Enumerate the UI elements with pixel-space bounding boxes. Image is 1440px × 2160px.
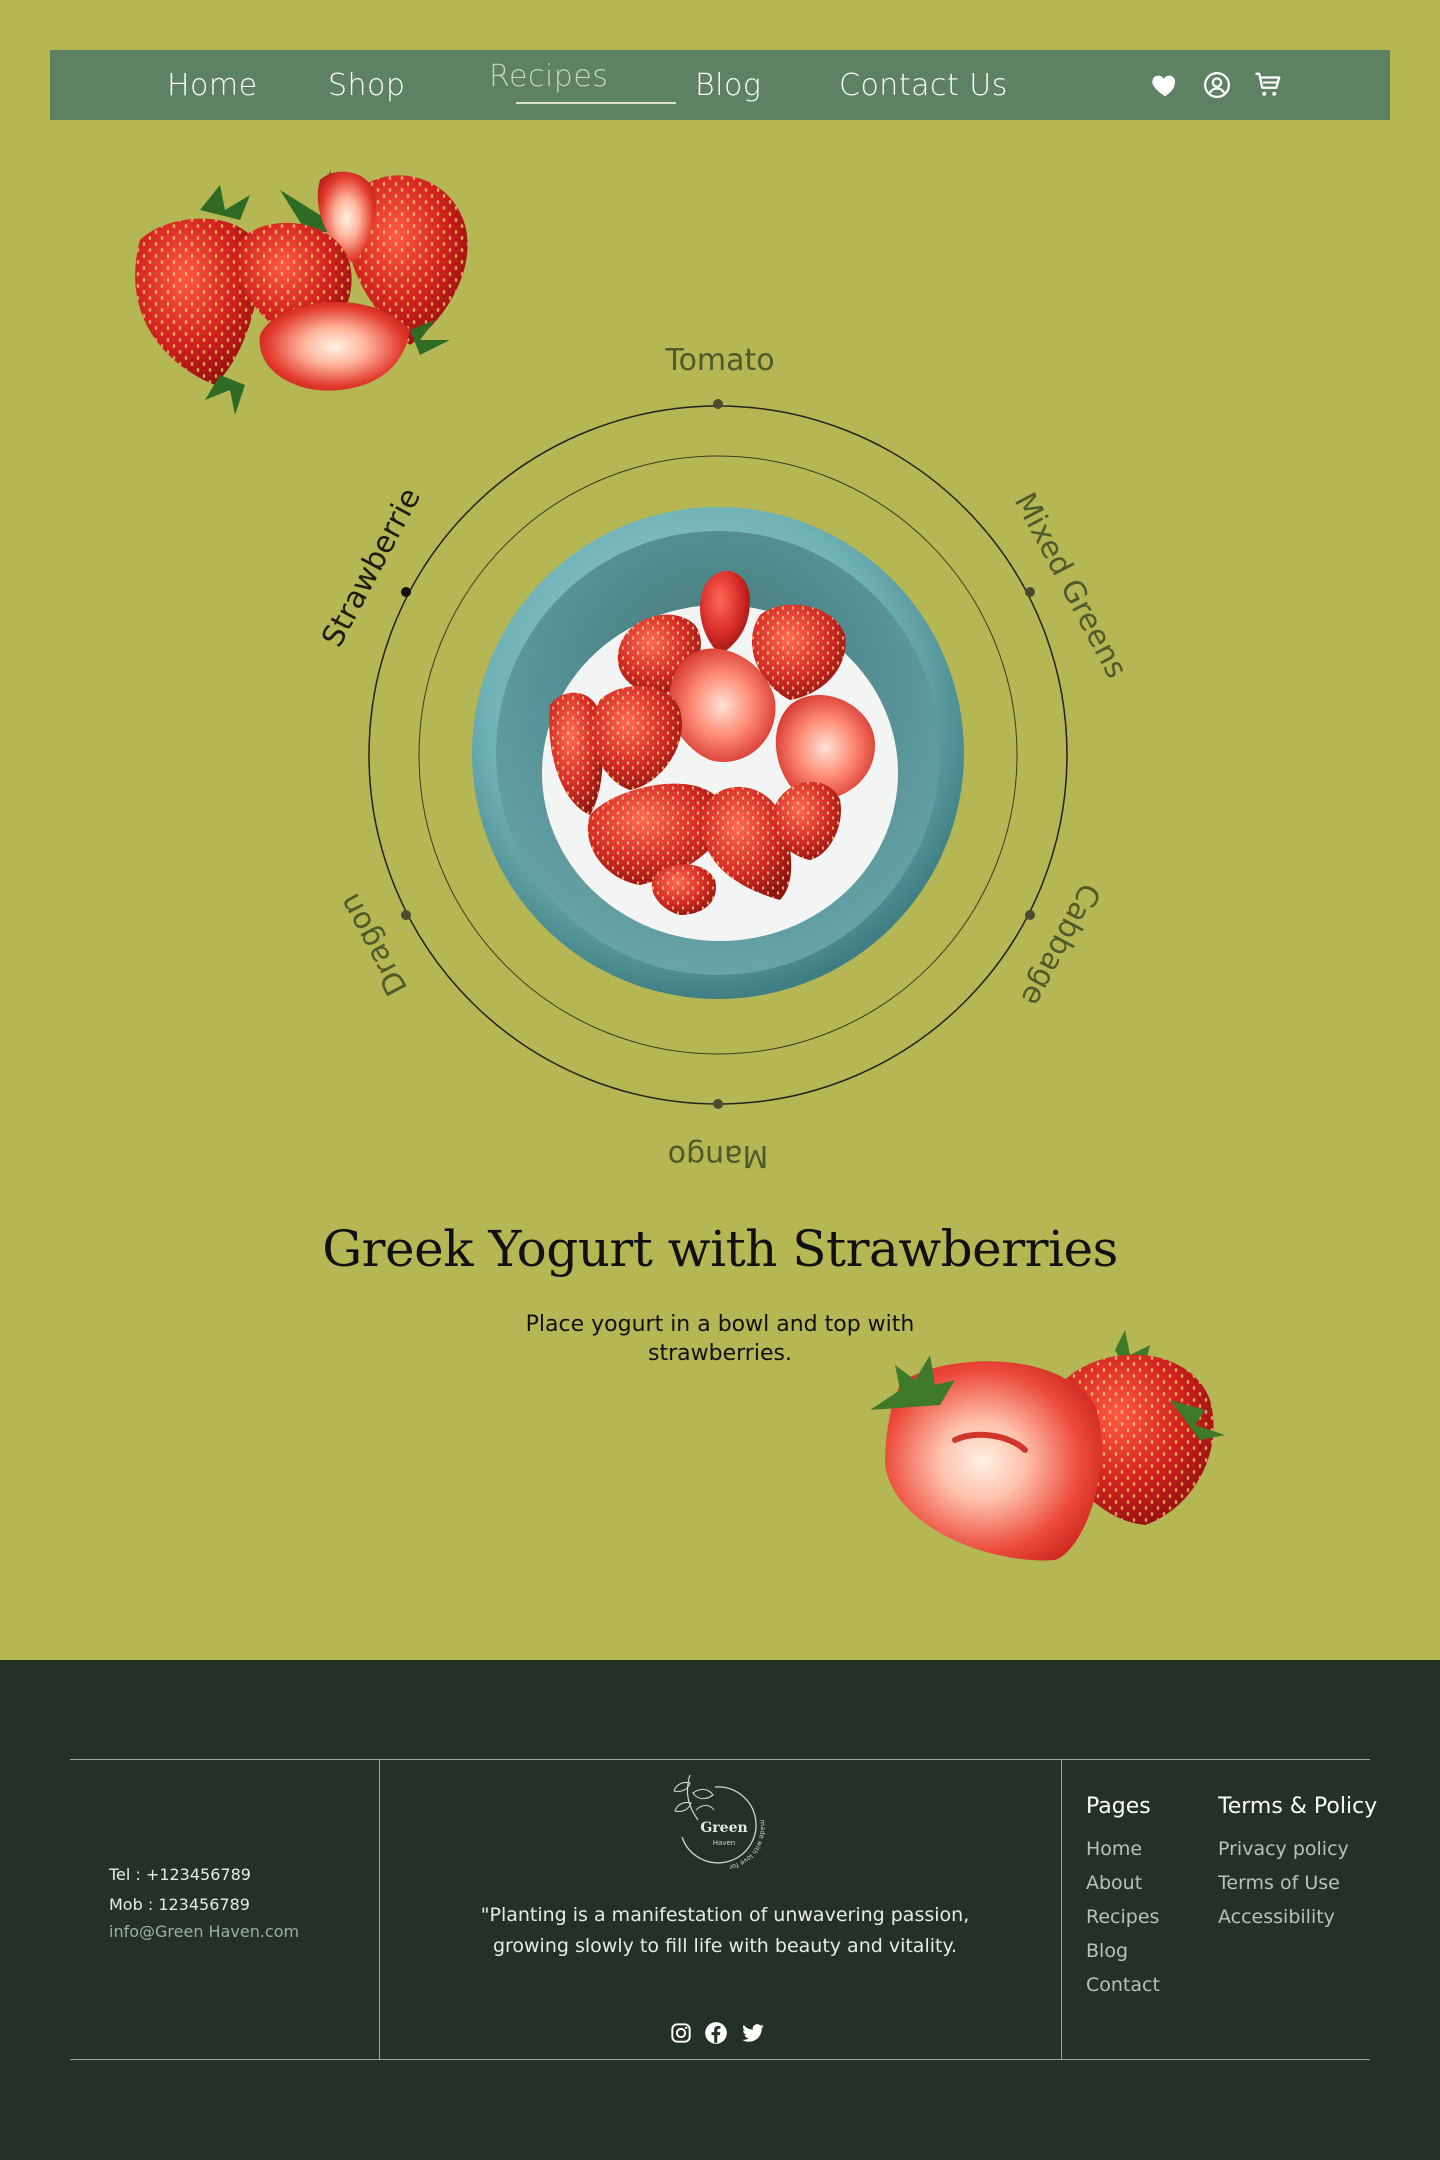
nav-blog[interactable]: Blog: [695, 68, 761, 103]
heart-icon[interactable]: [1150, 70, 1180, 100]
ring-label-dragon[interactable]: Dragon: [332, 888, 415, 1002]
footer-link-accessibility[interactable]: Accessibility: [1218, 1906, 1335, 1928]
footer-link-recipes[interactable]: Recipes: [1086, 1906, 1159, 1928]
instagram-icon[interactable]: [668, 2020, 694, 2046]
footer-email[interactable]: info@Green Haven.com: [109, 1922, 299, 1941]
footer-quote: "Planting is a manifestation of unwaveri…: [480, 1904, 970, 1957]
facebook-icon[interactable]: [703, 2020, 729, 2046]
footer-link-privacy-policy[interactable]: Privacy policy: [1218, 1838, 1349, 1860]
footer-divider-right: [1061, 1759, 1062, 2059]
logo-text: Green: [700, 1820, 747, 1836]
terms-heading: Terms & Policy: [1218, 1794, 1378, 1819]
footer-divider-top: [70, 1759, 1370, 1760]
nav-home[interactable]: Home: [167, 68, 258, 103]
footer-link-blog[interactable]: Blog: [1086, 1940, 1128, 1962]
ring-dot-cabbage[interactable]: [1025, 910, 1035, 920]
pages-heading: Pages: [1086, 1794, 1151, 1819]
twitter-icon[interactable]: [740, 2020, 766, 2046]
ring-dot-strawberrie[interactable]: [401, 587, 411, 597]
user-icon[interactable]: [1202, 70, 1232, 100]
footer-divider-left: [379, 1759, 380, 2059]
ring-label-mango[interactable]: Mango: [668, 1138, 769, 1173]
active-tab-underline: [516, 102, 676, 104]
ring-label-tomato[interactable]: Tomato: [664, 343, 774, 378]
ring-label-cabbage[interactable]: Cabbage: [1014, 877, 1107, 1011]
footer-link-home[interactable]: Home: [1086, 1838, 1142, 1860]
nav-shop[interactable]: Shop: [328, 68, 405, 103]
footer-link-contact[interactable]: Contact: [1086, 1974, 1160, 1996]
cart-icon[interactable]: [1253, 70, 1283, 100]
ring-dot-tomato[interactable]: [713, 399, 723, 409]
strawberry-halves-image: [870, 1330, 1225, 1561]
footer-mob: Mob : 123456789: [109, 1895, 250, 1914]
footer-link-about[interactable]: About: [1086, 1872, 1142, 1894]
ring-label-strawberrie[interactable]: Strawberrie: [315, 482, 428, 653]
strawberry-cluster-image: [135, 170, 468, 415]
footer-tel: Tel : +123456789: [109, 1865, 251, 1884]
nav-contact-us[interactable]: Contact Us: [839, 68, 1008, 103]
yogurt-bowl-image: [472, 507, 964, 999]
ring-dot-dragon[interactable]: [401, 910, 411, 920]
ring-label-mixed-greens[interactable]: Mixed Greens: [1007, 487, 1134, 684]
green-haven-logo[interactable]: Green Haven made with love for you: [660, 1765, 780, 1885]
ring-dot-mango[interactable]: [713, 1099, 723, 1109]
nav-recipes[interactable]: Recipes: [489, 59, 608, 94]
top-navigation: Home Shop Recipes Blog Contact Us: [50, 50, 1390, 120]
footer-link-terms-of-use[interactable]: Terms of Use: [1218, 1872, 1340, 1894]
footer-divider-bottom: [70, 2059, 1370, 2060]
logo-subtext: Haven: [713, 1839, 735, 1847]
logo-tagline: made with love for you: [660, 1765, 767, 1871]
svg-text:made with love for you: made with love for you: [660, 1765, 767, 1871]
ring-dot-mixed-greens[interactable]: [1025, 587, 1035, 597]
recipe-title: Greek Yogurt with Strawberries: [322, 1220, 1118, 1278]
